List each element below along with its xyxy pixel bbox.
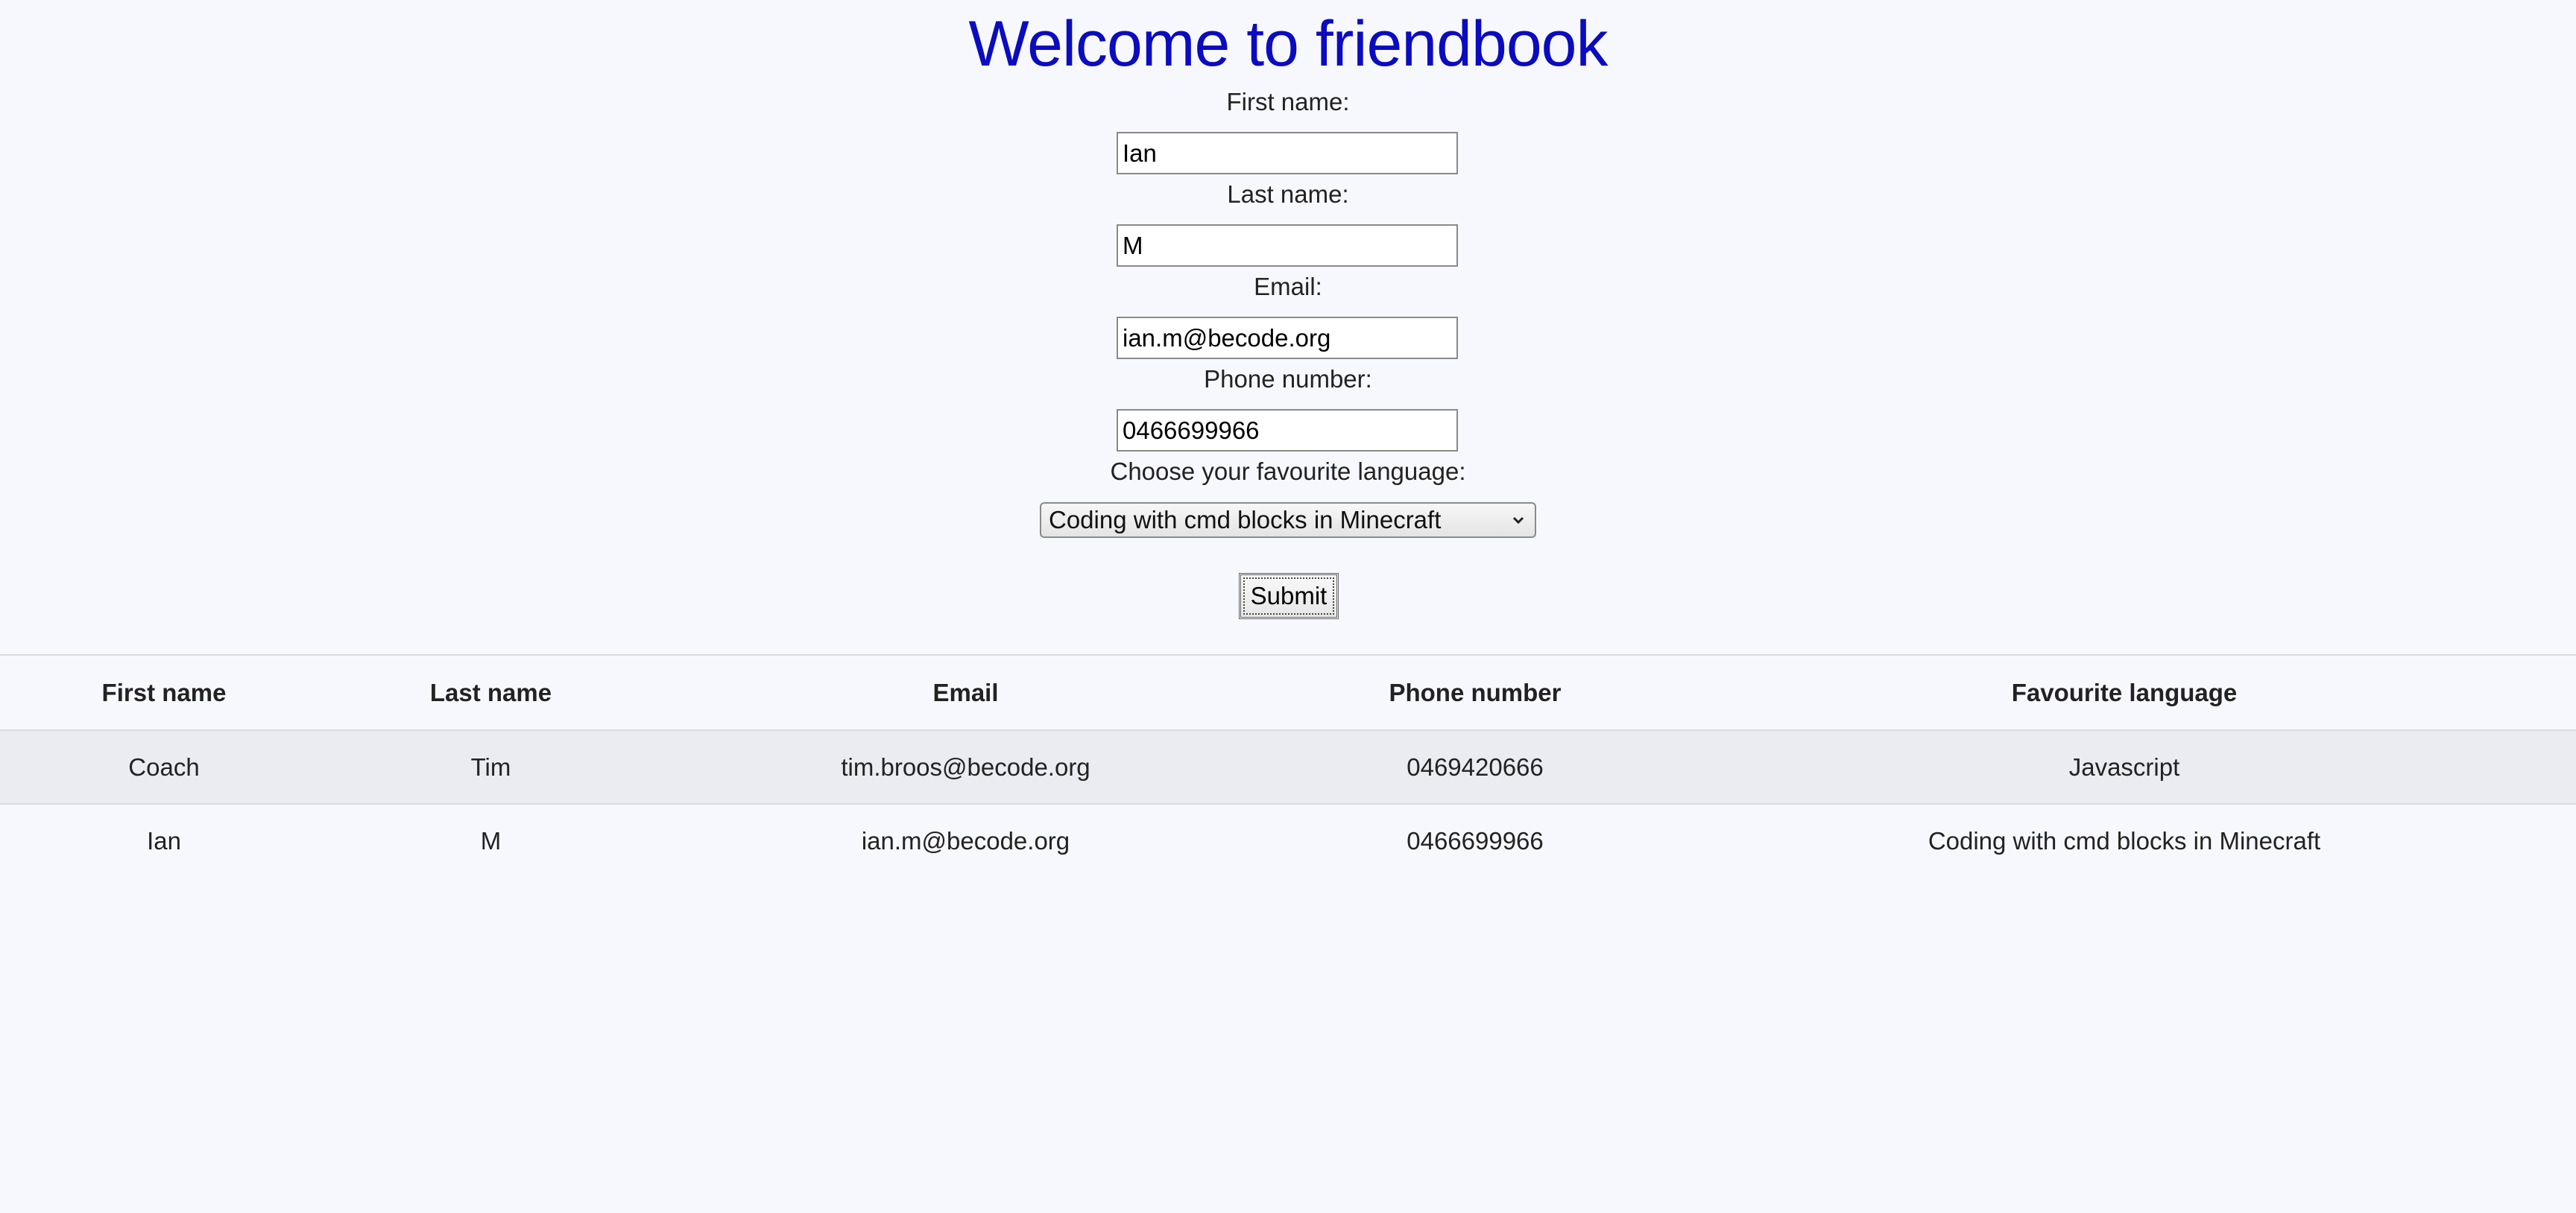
phone-input[interactable] [1117,409,1458,452]
table-header-row: First name Last name Email Phone number … [0,654,2576,731]
cell-favourite-language: Coding with cmd blocks in Minecraft [1928,826,2321,855]
phone-label: Phone number: [1204,365,1372,393]
header-favourite-language: Favourite language [1673,654,2576,731]
cell-email: tim.broos@becode.org [654,730,1278,805]
first-name-input[interactable] [1117,132,1458,174]
chevron-down-icon [1512,516,1524,525]
friends-table: First name Last name Email Phone number … [0,654,2576,877]
table-row: Coach Tim tim.broos@becode.org 046942066… [0,730,2576,805]
cell-phone-number: 0469420666 [1278,730,1673,805]
header-last-name: Last name [328,654,654,731]
page: Welcome to friendbook First name: Last n… [0,0,2576,1213]
cell-first-name: Coach [0,730,328,805]
friend-form: First name: Last name: Email: Phone numb… [0,0,2576,641]
email-label: Email: [1254,273,1322,300]
table-row: Ian M ian.m@becode.org 0466699966 Coding… [0,804,2576,877]
cell-last-name: M [480,826,502,855]
first-name-label: First name: [1226,88,1350,115]
email-input[interactable] [1117,317,1458,359]
cell-favourite-language: Javascript [1673,730,2576,805]
cell-email: ian.m@becode.org [861,826,1070,855]
header-email: Email [654,654,1278,731]
cell-first-name: Ian [147,826,181,855]
language-select[interactable]: Coding with cmd blocks in Minecraft [1040,502,1536,538]
language-label: Choose your favourite language: [1110,457,1466,485]
cell-phone-number: 0466699966 [1407,826,1544,855]
header-first-name: First name [0,654,328,731]
header-phone-number: Phone number [1278,654,1673,731]
submit-button[interactable]: Submit [1239,573,1339,619]
last-name-input[interactable] [1117,224,1458,267]
cell-last-name: Tim [328,730,654,805]
language-select-value: Coding with cmd blocks in Minecraft [1049,506,1442,533]
last-name-label: Last name: [1227,180,1349,208]
